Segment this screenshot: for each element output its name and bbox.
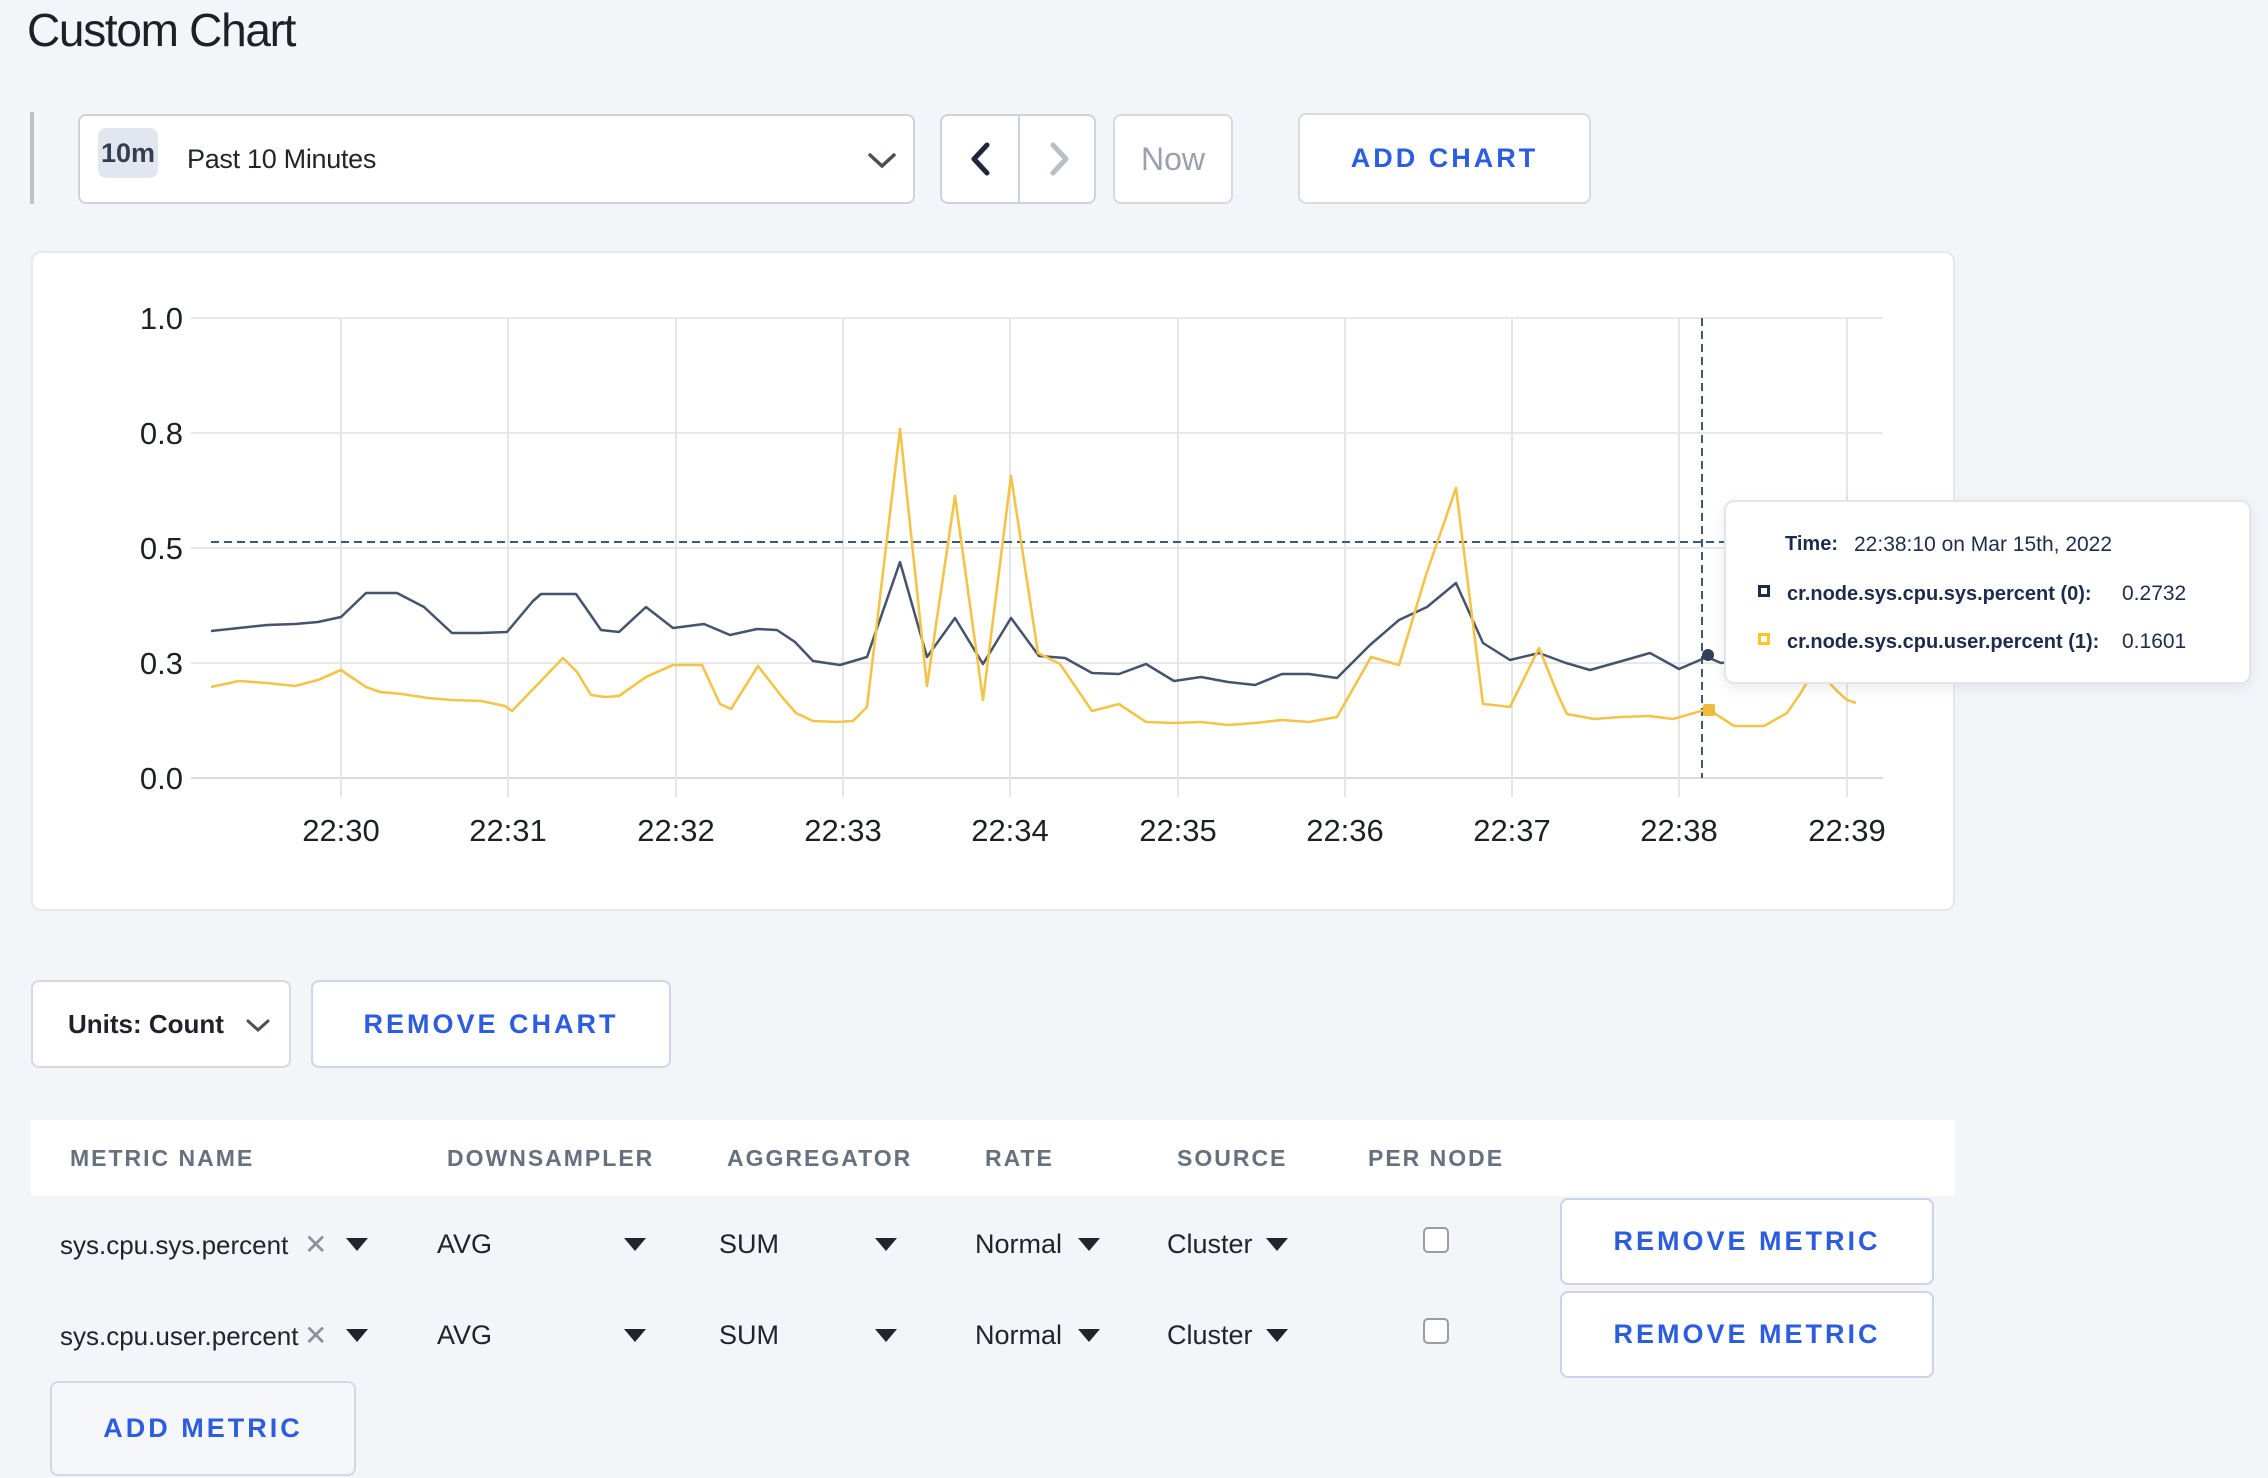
svg-text:22:38: 22:38 — [1640, 813, 1718, 848]
svg-text:22:31: 22:31 — [469, 813, 547, 848]
svg-text:0.8: 0.8 — [140, 416, 183, 451]
svg-text:0.5: 0.5 — [140, 531, 183, 566]
svg-text:22:32: 22:32 — [637, 813, 715, 848]
svg-text:22:37: 22:37 — [1473, 813, 1551, 848]
svg-text:0.0: 0.0 — [140, 761, 183, 796]
svg-text:22:30: 22:30 — [302, 813, 380, 848]
svg-text:22:34: 22:34 — [971, 813, 1049, 848]
svg-text:22:39: 22:39 — [1808, 813, 1886, 848]
svg-text:22:33: 22:33 — [804, 813, 882, 848]
svg-text:22:36: 22:36 — [1306, 813, 1384, 848]
svg-text:0.3: 0.3 — [140, 646, 183, 681]
svg-text:1.0: 1.0 — [140, 301, 183, 336]
svg-text:22:35: 22:35 — [1139, 813, 1217, 848]
